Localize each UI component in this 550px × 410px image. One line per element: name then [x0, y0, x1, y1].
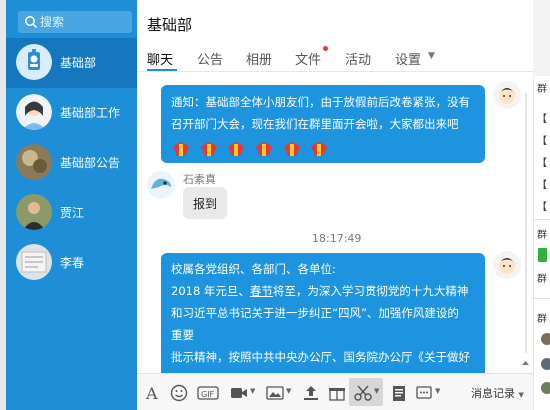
holiday-link[interactable]: 春节 [250, 284, 273, 298]
video-icon[interactable] [229, 383, 249, 403]
panel-item[interactable]: 【 [537, 132, 547, 147]
active-tab-indicator [147, 69, 177, 71]
avatar [16, 144, 52, 180]
message-line: 重要 [171, 328, 194, 342]
group-avatar [16, 44, 52, 80]
message-line: 2018 年元旦、春节将至，为深入学习贯彻党的十九大精神 [171, 284, 469, 298]
message-bubble-notice[interactable]: 通知：基础部全体小朋友们，由于放假前后改卷紧张，没有 召开部门大会，现在我们在群… [161, 85, 485, 163]
contact-name: 基础部 [60, 56, 97, 70]
scroll-up-icon [522, 361, 529, 365]
chevron-down-icon[interactable]: ▼ [374, 387, 379, 395]
divider [534, 298, 550, 299]
contact-item-jichubu[interactable]: 基础部 [6, 38, 137, 88]
gift-emoji-row [171, 137, 475, 159]
gift-icon [173, 141, 189, 156]
panel-label: 群 [537, 274, 547, 285]
scissors-icon[interactable] [353, 383, 373, 403]
member-avatar[interactable] [541, 333, 550, 345]
chevron-down-icon[interactable]: ▼ [428, 51, 435, 61]
gift-icon [255, 141, 272, 156]
search-box[interactable]: 搜索 [18, 11, 132, 33]
member-avatar[interactable] [541, 382, 550, 394]
document-icon[interactable] [389, 383, 409, 403]
input-toolbar: A GIF ▼ ▼ ▼ ▼ 消息记录 ▼ [137, 373, 533, 410]
tab-settings[interactable]: 设置 [395, 49, 421, 68]
chat-panel: 基础部 聊天 公告 相册 文件 活动 设置 ▼ 通知：基础部全体小朋友们，由于放… [137, 0, 533, 410]
message-bubble-long[interactable]: 校属各党组织、各部门、各单位: 2018 年元旦、春节将至，为深入学习贯彻党的十… [161, 253, 485, 373]
avatar [16, 94, 52, 130]
gift-icon [200, 141, 217, 156]
svg-text:GIF: GIF [201, 390, 215, 399]
more-icon[interactable] [415, 383, 435, 403]
group-info-panel: 群 【 【 【 【 【 群 群 群 [533, 76, 550, 410]
gift-icon [283, 141, 300, 156]
message-line: 和习近平总书记关于进一步纠正“四风”、加强作风建设的 [171, 306, 459, 320]
contact-item-lichun[interactable]: 李春 [6, 238, 137, 288]
avatar [16, 194, 52, 230]
message-line: 通知：基础部全体小朋友们，由于放假前后改卷紧张，没有 [171, 95, 470, 109]
search-placeholder[interactable]: 搜索 [40, 14, 64, 30]
gif-icon[interactable]: GIF [197, 383, 219, 403]
status-indicator [538, 248, 547, 262]
image-icon[interactable] [265, 383, 285, 403]
panel-label: 群 [537, 230, 547, 241]
member-avatar[interactable] [541, 358, 550, 370]
sender-name: 石素真 [183, 173, 216, 186]
font-icon[interactable]: A [143, 383, 163, 403]
panel-item[interactable]: 【 [537, 176, 547, 191]
contact-name: 基础部公告 [60, 156, 121, 170]
tab-chat[interactable]: 聊天 [147, 49, 173, 68]
chevron-down-icon[interactable]: ▼ [250, 387, 255, 395]
message-line: 校属各党组织、各部门、各单位: [171, 262, 336, 276]
gift-icon [311, 141, 328, 156]
message-line: 召开部门大会，现在我们在群里面开会啦，大家都出来吧 [171, 117, 459, 131]
message-line: 批示精神，按照中共中央办公厅、国务院办公厅《关于做好 [171, 350, 470, 364]
notification-dot [323, 46, 328, 51]
contact-item-jichubu-work[interactable]: 基础部工作 [6, 88, 137, 138]
chevron-down-icon[interactable]: ▼ [286, 387, 291, 395]
panel-item[interactable]: 【 [537, 110, 547, 125]
panel-item[interactable]: 【 [537, 154, 547, 169]
tab-announcement[interactable]: 公告 [197, 49, 223, 68]
search-icon [25, 16, 38, 29]
panel-item[interactable]: 【 [537, 198, 547, 213]
chat-scrollbar[interactable] [520, 73, 531, 373]
chevron-down-icon[interactable]: ▼ [435, 387, 440, 395]
group-title: 基础部 [147, 16, 193, 34]
self-avatar[interactable] [493, 251, 521, 279]
tab-album[interactable]: 相册 [246, 49, 272, 68]
panel-label: 群 [537, 84, 547, 95]
message-history-button[interactable]: 消息记录 ▼ [471, 385, 524, 401]
gift-icon[interactable] [327, 383, 347, 403]
contact-item-jichubu-notice[interactable]: 基础部公告 [6, 138, 137, 188]
sender-avatar[interactable] [147, 171, 175, 199]
tab-bar: 聊天 公告 相册 文件 活动 设置 ▼ [137, 44, 533, 72]
emoji-icon[interactable] [169, 383, 189, 403]
message-area: 通知：基础部全体小朋友们，由于放假前后改卷紧张，没有 召开部门大会，现在我们在群… [137, 73, 533, 373]
contact-name: 基础部工作 [60, 106, 121, 120]
self-avatar[interactable] [493, 81, 521, 109]
tab-files[interactable]: 文件 [295, 49, 321, 68]
contact-item-jiajiang[interactable]: 贾江 [6, 188, 137, 238]
svg-text:A: A [145, 384, 158, 403]
contact-name: 贾江 [60, 206, 85, 220]
upload-icon[interactable] [301, 383, 321, 403]
panel-label: 群 [537, 314, 547, 325]
gift-icon [228, 141, 245, 156]
message-bubble-reply[interactable]: 报到 [183, 187, 227, 219]
tab-activity[interactable]: 活动 [345, 49, 371, 68]
divider [534, 219, 550, 220]
contact-name: 李春 [60, 256, 85, 270]
message-timestamp: 18:17:49 [312, 232, 362, 245]
avatar [16, 244, 52, 280]
